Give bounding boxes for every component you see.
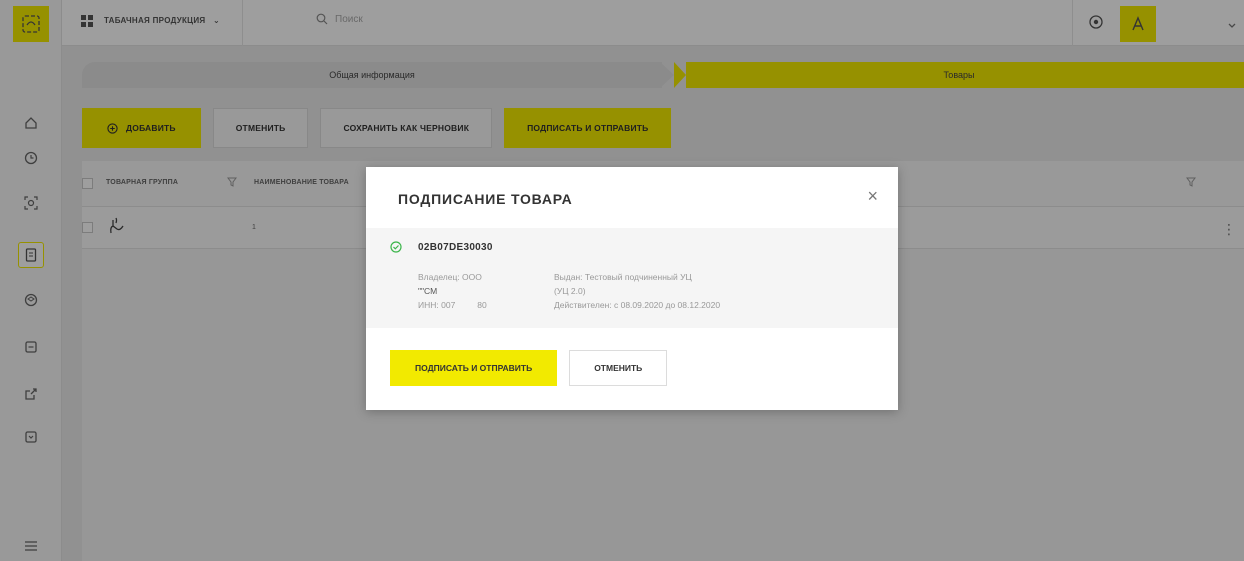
check-circle-icon [390, 241, 402, 253]
cancel-dialog-button[interactable]: ОТМЕНИТЬ [569, 350, 668, 386]
certificate-option[interactable]: 02B07DE30030 Владелец: ООО ""СМ ИНН: 007… [366, 228, 898, 328]
certificate-owner: Владелец: ООО ""СМ ИНН: 007 80 [418, 270, 487, 312]
dialog-actions: ПОДПИСАТЬ И ОТПРАВИТЬ ОТМЕНИТЬ [390, 350, 668, 386]
cancel-dialog-label: ОТМЕНИТЬ [594, 363, 643, 373]
certificate-issuer: Выдан: Тестовый подчиненный УЦ (УЦ 2.0) … [554, 270, 720, 312]
inn-tail: 80 [477, 300, 487, 310]
certificate-id: 02B07DE30030 [418, 242, 493, 253]
owner-name: ""СМ [418, 286, 438, 296]
close-icon[interactable]: × [867, 187, 878, 205]
inn-label: ИНН: 007 [418, 300, 456, 310]
validity: Действителен: с 08.09.2020 до 08.12.2020 [554, 300, 721, 310]
issuer-label: Выдан: Тестовый подчиненный УЦ [554, 272, 692, 282]
sign-dialog: ПОДПИСАНИЕ ТОВАРА × 02B07DE30030 Владеле… [366, 167, 898, 410]
sign-send-confirm-label: ПОДПИСАТЬ И ОТПРАВИТЬ [415, 363, 533, 373]
dialog-title: ПОДПИСАНИЕ ТОВАРА [398, 191, 573, 207]
sign-send-confirm-button[interactable]: ПОДПИСАТЬ И ОТПРАВИТЬ [390, 350, 558, 386]
owner-label: Владелец: ООО [418, 272, 482, 282]
issuer-line2: (УЦ 2.0) [554, 286, 586, 296]
